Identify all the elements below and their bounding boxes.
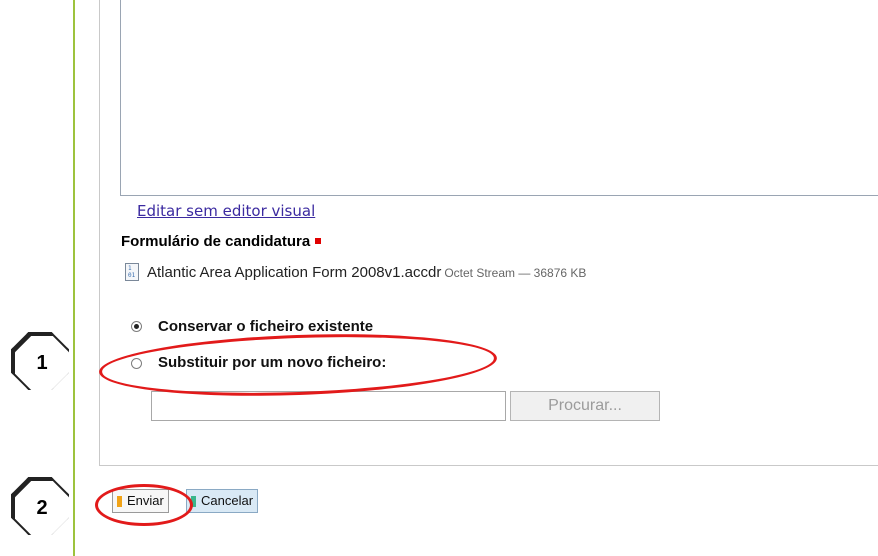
cancel-button-label: Cancelar <box>201 493 254 508</box>
current-file-info: Atlantic Area Application Form 2008v1.ac… <box>147 264 586 281</box>
edit-without-visual-editor-link[interactable]: Editar sem editor visual <box>137 202 315 220</box>
step-1-badge: 1 <box>11 332 69 390</box>
cancel-button[interactable]: Cancelar <box>186 489 259 513</box>
current-file-name[interactable]: Atlantic Area Application Form 2008v1.ac… <box>147 264 441 281</box>
page-left-rule <box>73 0 75 556</box>
radio-keep-existing-label: Conservar o ficheiro existente <box>158 318 374 335</box>
file-field-label-text: Formulário de candidatura <box>121 233 311 250</box>
binary-file-icon <box>125 263 139 281</box>
radio-keep-existing-file[interactable] <box>131 321 142 332</box>
step-1-number: 1 <box>36 351 48 374</box>
current-file-meta: Octet Stream — 36876 KB <box>444 266 587 280</box>
highlight-ellipse-send-button <box>95 484 193 526</box>
visual-editor-area[interactable] <box>120 0 878 196</box>
step-2-badge: 2 <box>11 477 69 535</box>
file-field-label: Formulário de candidatura <box>121 233 322 250</box>
step-2-number: 2 <box>36 496 48 519</box>
browse-button[interactable]: Procurar... <box>510 391 660 421</box>
new-file-path-input[interactable] <box>151 391 506 421</box>
required-marker <box>315 238 322 244</box>
